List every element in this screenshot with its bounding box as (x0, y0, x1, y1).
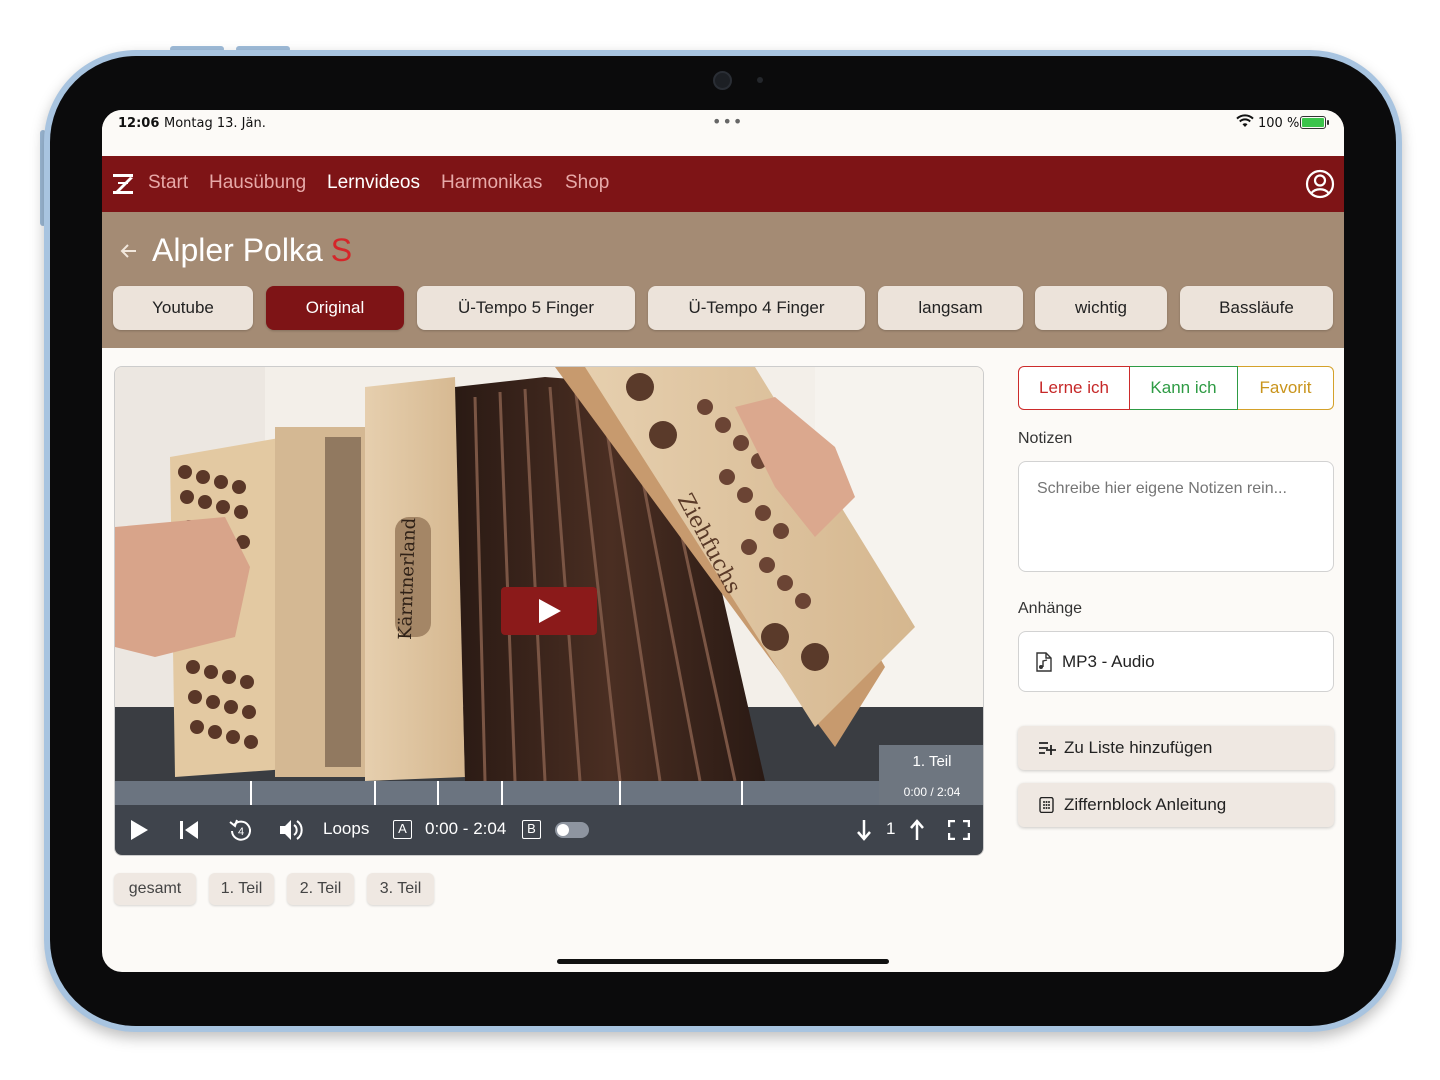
tab-wichtig[interactable]: wichtig (1035, 286, 1167, 330)
play-overlay-button[interactable] (501, 587, 597, 635)
loop-range: 0:00 - 2:04 (425, 819, 507, 838)
video-frame-accordion[interactable]: Kärntnerland Ziehfuchs (115, 367, 984, 781)
tab-original[interactable]: Original (266, 286, 404, 330)
fullscreen-icon[interactable] (948, 820, 970, 840)
nav-shop[interactable]: Shop (565, 172, 609, 194)
zach-logo-icon[interactable] (112, 172, 134, 196)
favorit-button[interactable]: Favorit (1238, 366, 1334, 410)
arrow-up-icon[interactable] (910, 819, 924, 841)
multitasking-dots-icon[interactable]: ••• (712, 112, 743, 131)
attachment-label: MP3 - Audio (1062, 652, 1155, 671)
replay-icon[interactable]: 4 (228, 817, 254, 843)
numpad-icon (1039, 797, 1054, 813)
part-tooltip-name: 1. Teil (912, 753, 952, 770)
tab-ue-tempo-5-finger[interactable]: Ü-Tempo 5 Finger (417, 286, 635, 330)
loop-a-button[interactable]: A (393, 820, 412, 839)
loops-label[interactable]: Loops (323, 819, 369, 839)
learning-status-group: Lerne ich Kann ich Favorit (1018, 366, 1334, 410)
play-overlay-icon (539, 599, 561, 623)
tab-youtube[interactable]: Youtube (113, 286, 253, 330)
numpad-guide-label: Ziffernblock Anleitung (1064, 795, 1227, 814)
list-add-icon (1039, 742, 1056, 755)
part-marker[interactable] (741, 781, 743, 805)
wifi-icon (1236, 114, 1254, 127)
part-marker[interactable] (437, 781, 439, 805)
front-camera (713, 71, 732, 90)
back-arrow-icon[interactable] (118, 240, 140, 262)
front-sensor (757, 77, 763, 83)
page-title: Alpler Polka S (152, 232, 352, 269)
part-marker[interactable] (619, 781, 621, 805)
home-indicator[interactable] (557, 959, 889, 964)
notes-heading: Notizen (1018, 430, 1073, 447)
song-title: Alpler Polka (152, 232, 323, 268)
nav-start[interactable]: Start (148, 172, 188, 194)
loop-toggle[interactable] (555, 822, 589, 838)
add-to-list-button[interactable]: Zu Liste hinzufügen (1018, 726, 1334, 770)
kann-ich-button[interactable]: Kann ich (1130, 366, 1238, 410)
nav-lernvideos[interactable]: Lernvideos (327, 172, 420, 194)
tab-basslaeufe[interactable]: Bassläufe (1180, 286, 1333, 330)
battery-percent: 100 % (1258, 116, 1300, 131)
notes-input[interactable] (1018, 461, 1334, 572)
part-chip-gesamt[interactable]: gesamt (114, 873, 196, 905)
part-tooltip-time: 0:00 / 2:04 (903, 785, 961, 799)
part-tooltip: 1. Teil 0:00 / 2:04 (879, 745, 983, 807)
replay-seconds: 4 (238, 826, 244, 838)
part-marker[interactable] (374, 781, 376, 805)
account-icon[interactable] (1305, 169, 1335, 199)
part-chip-2[interactable]: 2. Teil (287, 873, 354, 905)
video-player[interactable]: Kärntnerland Ziehfuchs 1. Teil 0:00 / 2:… (114, 366, 984, 856)
status-date: Montag 13. Jän. (164, 116, 266, 131)
play-icon[interactable] (129, 819, 149, 841)
status-bar: 12:06 Montag 13. Jän. ••• 100 % (102, 110, 1344, 156)
tab-langsam[interactable]: langsam (878, 286, 1023, 330)
attachments-heading: Anhänge (1018, 600, 1083, 617)
part-marker[interactable] (250, 781, 252, 805)
loop-b-button[interactable]: B (522, 820, 541, 839)
lerne-ich-button[interactable]: Lerne ich (1018, 366, 1130, 410)
skip-back-icon[interactable] (179, 820, 199, 840)
app-screen: 12:06 Montag 13. Jän. ••• 100 % Start Ha… (102, 110, 1344, 972)
nav-harmonikas[interactable]: Harmonikas (441, 172, 542, 194)
part-chip-3[interactable]: 3. Teil (367, 873, 434, 905)
loop-count: 1 (886, 819, 896, 838)
title-band: Alpler Polka S Youtube Original Ü-Tempo 5… (102, 212, 1344, 348)
status-time: 12:06 (118, 116, 160, 131)
battery-tip (1327, 120, 1329, 125)
battery-icon (1300, 116, 1326, 129)
accordion-brand-text: Kärntnerland (395, 517, 420, 640)
difficulty-badge: S (330, 232, 353, 268)
timeline-track[interactable] (115, 781, 879, 805)
audio-file-icon (1036, 652, 1052, 672)
volume-icon[interactable] (278, 818, 304, 842)
part-marker[interactable] (501, 781, 503, 805)
arrow-down-icon[interactable] (857, 819, 871, 841)
attachment-mp3[interactable]: MP3 - Audio (1018, 631, 1334, 692)
player-controls: 4 Loops A 0:00 - 2:04 B 1 (115, 805, 983, 855)
nav-hausuebung[interactable]: Hausübung (209, 172, 306, 194)
tab-ue-tempo-4-finger[interactable]: Ü-Tempo 4 Finger (648, 286, 865, 330)
add-to-list-label: Zu Liste hinzufügen (1064, 738, 1213, 757)
part-chip-1[interactable]: 1. Teil (209, 873, 274, 905)
numpad-guide-button[interactable]: Ziffernblock Anleitung (1018, 783, 1334, 827)
top-nav: Start Hausübung Lernvideos Harmonikas Sh… (102, 156, 1344, 212)
